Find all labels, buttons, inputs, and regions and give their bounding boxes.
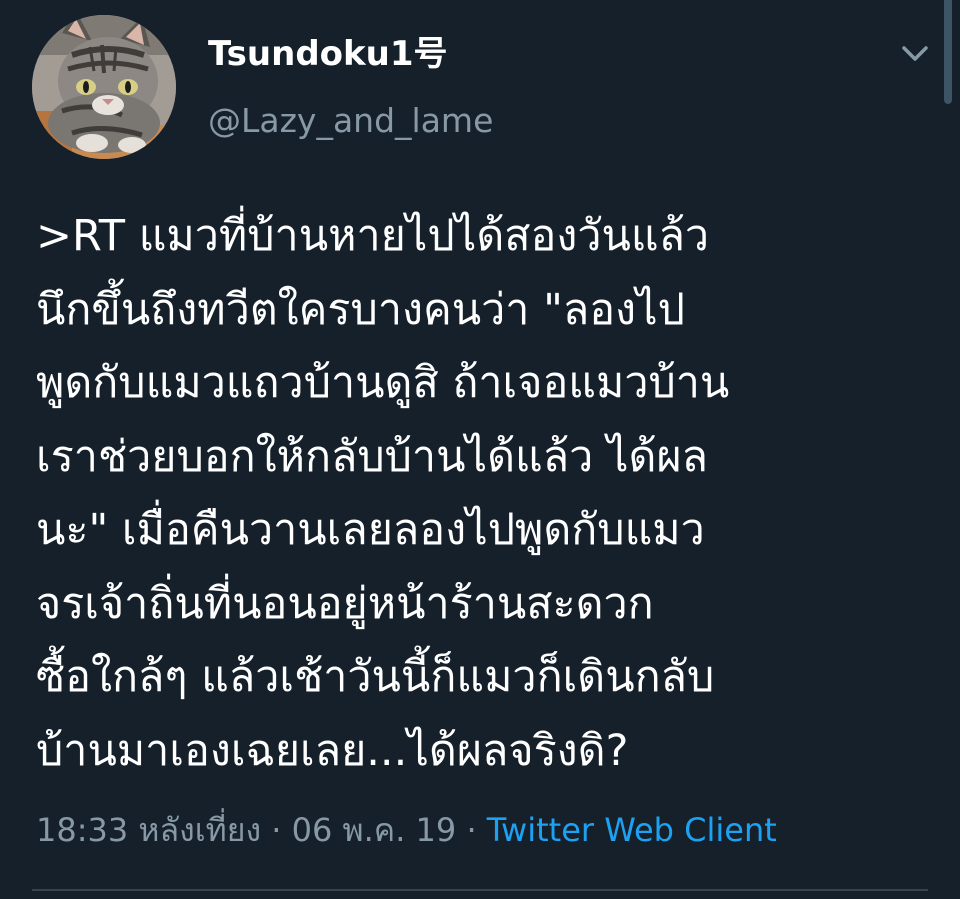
tweet-text-line: นะ" เมื่อคืนวานเลยลองไปพูดกับแมว <box>36 505 705 555</box>
scrollbar-thumb[interactable] <box>944 0 952 104</box>
display-name[interactable]: Tsundoku1号 <box>208 34 448 74</box>
tweet-text: >RT แมวที่บ้านหายไปได้สองวันแล้วนึกขึ้นถ… <box>36 200 936 788</box>
meta-separator: · <box>466 811 477 849</box>
tweet-text-line: จรเจ้าถิ่นที่นอนอยู่หน้าร้านสะดวก <box>36 578 654 629</box>
tweet-text-line: นึกขึ้นถึงทวีตใครบางคนว่า "ลองไป <box>36 284 685 335</box>
meta-separator: · <box>271 811 282 849</box>
more-options-button[interactable] <box>897 38 933 68</box>
divider <box>32 889 928 891</box>
cat-photo-avatar-icon <box>32 15 176 159</box>
tweet-text-line: ซื้อใกล้ๆ แล้วเช้าวันนี้ก็แมวก็เดินกลับ <box>36 652 715 702</box>
tweet-date[interactable]: 06 พ.ค. 19 <box>292 811 457 849</box>
tweet-text-line: เราช่วยบอกให้กลับบ้านได้แล้ว ได้ผล <box>36 431 709 482</box>
tweet-text-line: พูดกับแมวแถวบ้านดูสิ ถ้าเจอแมวบ้าน <box>36 358 730 408</box>
client-link[interactable]: Twitter Web Client <box>487 811 777 849</box>
chevron-down-icon <box>902 46 928 61</box>
tweet-meta: 18:33 หลังเที่ยง · 06 พ.ค. 19 · Twitter … <box>36 810 777 850</box>
tweet-text-line: >RT แมวที่บ้านหายไปได้สองวันแล้ว <box>36 211 710 261</box>
tweet: Tsundoku1号 @Lazy_and_lame >RT แมวที่บ้าน… <box>0 0 960 899</box>
tweet-text-line: บ้านมาเองเฉยเลย...ได้ผลจริงดิ? <box>36 725 629 776</box>
user-handle[interactable]: @Lazy_and_lame <box>208 101 493 141</box>
tweet-time[interactable]: 18:33 หลังเที่ยง <box>36 811 261 849</box>
avatar[interactable] <box>32 15 176 159</box>
